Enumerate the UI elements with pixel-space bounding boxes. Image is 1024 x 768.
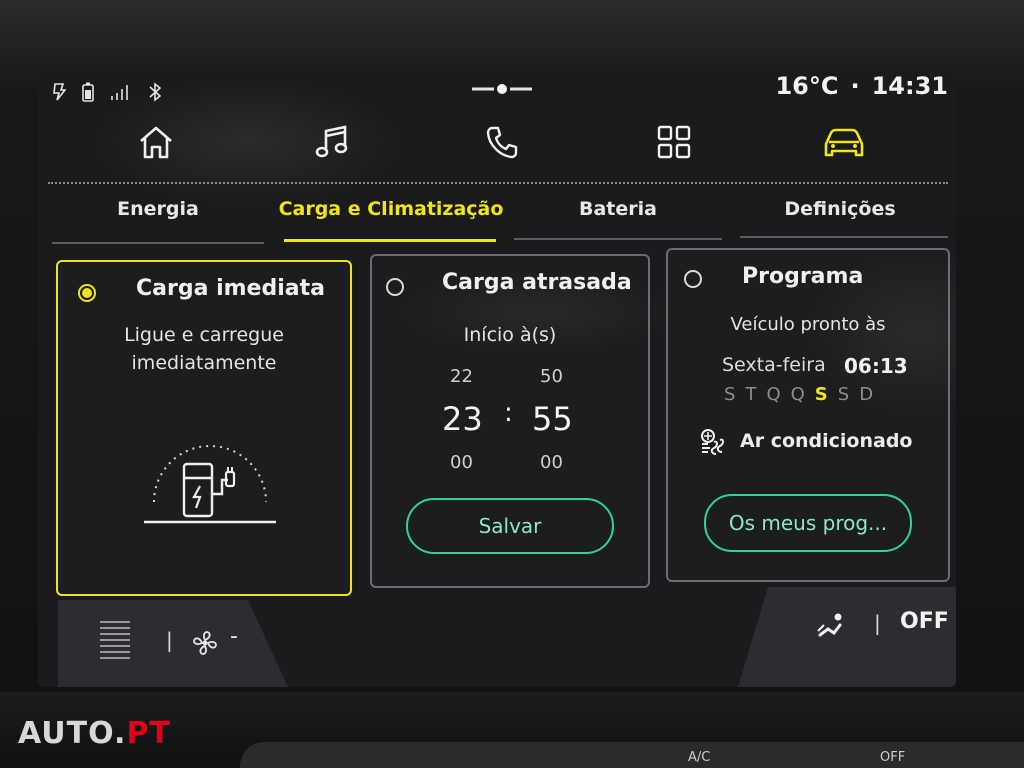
drag-handle-icon[interactable] — [472, 84, 532, 94]
fan-level[interactable]: - — [230, 624, 238, 649]
nav-vehicle-button[interactable] — [822, 120, 866, 164]
minute-next: 00 — [540, 452, 563, 473]
climate-left-separator: | — [166, 628, 173, 652]
phone-icon — [486, 126, 518, 159]
weekday-4: Q — [790, 384, 805, 405]
nav-divider — [48, 182, 948, 184]
weekday-row: S T Q Q S S D — [724, 384, 873, 405]
radio-immediate[interactable] — [78, 284, 96, 302]
weekday-1: S — [724, 384, 736, 405]
climate-left-panel[interactable]: | - — [58, 600, 288, 687]
status-icons — [52, 82, 162, 102]
fan-icon[interactable] — [190, 628, 220, 658]
tab-bateria[interactable]: Bateria — [548, 198, 688, 220]
apps-grid-icon — [657, 125, 691, 159]
battery-status-icon — [53, 83, 66, 101]
hour-prev: 22 — [450, 366, 473, 387]
infotainment-screen: 16°C · 14:31 Energia Carga e Climatizaçã… — [38, 72, 956, 687]
clock-time: 14:31 — [871, 72, 948, 100]
air-conditioning-icon — [701, 429, 724, 455]
time-colon: : — [504, 398, 513, 428]
ready-label: Veículo pronto às — [730, 314, 886, 335]
hour-next: 00 — [450, 452, 473, 473]
tab-energia[interactable]: Energia — [88, 198, 228, 220]
minute-prev: 50 — [540, 366, 563, 387]
charging-station-icon — [144, 445, 276, 524]
climate-right-separator: | — [874, 611, 881, 635]
seat-airflow-icon[interactable] — [816, 611, 848, 641]
ready-day: Sexta-feira — [722, 354, 826, 376]
nav-apps-button[interactable] — [652, 120, 696, 164]
off-physical-label: OFF — [880, 750, 906, 765]
save-button[interactable]: Salvar — [406, 498, 614, 554]
tab-definicoes[interactable]: Definições — [760, 198, 920, 220]
nav-music-button[interactable] — [310, 120, 354, 164]
climate-right-panel[interactable]: | OFF — [738, 587, 956, 687]
bluetooth-icon — [149, 82, 162, 102]
watermark-dot: . — [113, 716, 127, 751]
nav-home-button[interactable] — [134, 120, 178, 164]
tab-definicoes-underline — [740, 236, 948, 238]
card-delayed-charge[interactable]: Carga atrasada Início à(s) 22 23 00 : 50… — [370, 254, 650, 588]
nav-phone-button[interactable] — [480, 120, 524, 164]
immediate-subtitle-1: Ligue e carregue — [124, 324, 284, 346]
physical-controls-bar — [240, 742, 1024, 768]
watermark-main: AUTO — [18, 716, 114, 751]
delayed-title: Carga atrasada — [442, 270, 632, 295]
weekday-7: D — [859, 384, 874, 405]
weekday-2: T — [745, 384, 757, 405]
weekday-6: S — [837, 384, 850, 405]
tab-energia-underline — [52, 242, 264, 244]
phone-battery-icon — [82, 82, 94, 102]
radio-program[interactable] — [684, 270, 702, 288]
weekday-5-current: S — [814, 384, 828, 405]
ac-physical-label: A/C — [688, 750, 711, 765]
radio-delayed[interactable] — [386, 278, 404, 296]
immediate-title: Carga imediata — [136, 276, 325, 301]
hour-value[interactable]: 23 — [442, 400, 483, 438]
weekday-3: Q — [766, 384, 781, 405]
watermark-suffix: PT — [126, 716, 171, 751]
program-title: Programa — [742, 264, 864, 289]
signal-icon — [111, 85, 128, 100]
car-icon — [824, 128, 864, 157]
my-programs-button[interactable]: Os meus prog... — [704, 494, 912, 552]
tab-carga-climatizacao[interactable]: Carga e Climatização — [276, 198, 506, 220]
ac-label: Ar condicionado — [740, 430, 913, 452]
climate-off-status[interactable]: OFF — [900, 609, 949, 634]
status-separator: · — [850, 72, 860, 100]
card-immediate-charge[interactable]: Carga imediata Ligue e carregue imediata… — [56, 260, 352, 596]
site-watermark: AUTO.PT — [18, 716, 171, 751]
home-icon — [140, 126, 172, 159]
outside-temperature: 16°C — [775, 72, 839, 100]
start-time-label: Início à(s) — [463, 324, 557, 346]
music-icon — [315, 125, 348, 158]
seat-heat-icon[interactable] — [100, 620, 130, 664]
tab-bateria-underline — [514, 238, 722, 240]
status-clock: 16°C · 14:31 — [775, 72, 948, 100]
ready-time: 06:13 — [844, 354, 908, 378]
minute-value[interactable]: 55 — [532, 400, 573, 438]
tab-carga-underline — [284, 239, 496, 242]
card-program[interactable]: Programa Veículo pronto às Sexta-feira 0… — [666, 248, 950, 582]
immediate-subtitle-2: imediatamente — [131, 352, 277, 374]
